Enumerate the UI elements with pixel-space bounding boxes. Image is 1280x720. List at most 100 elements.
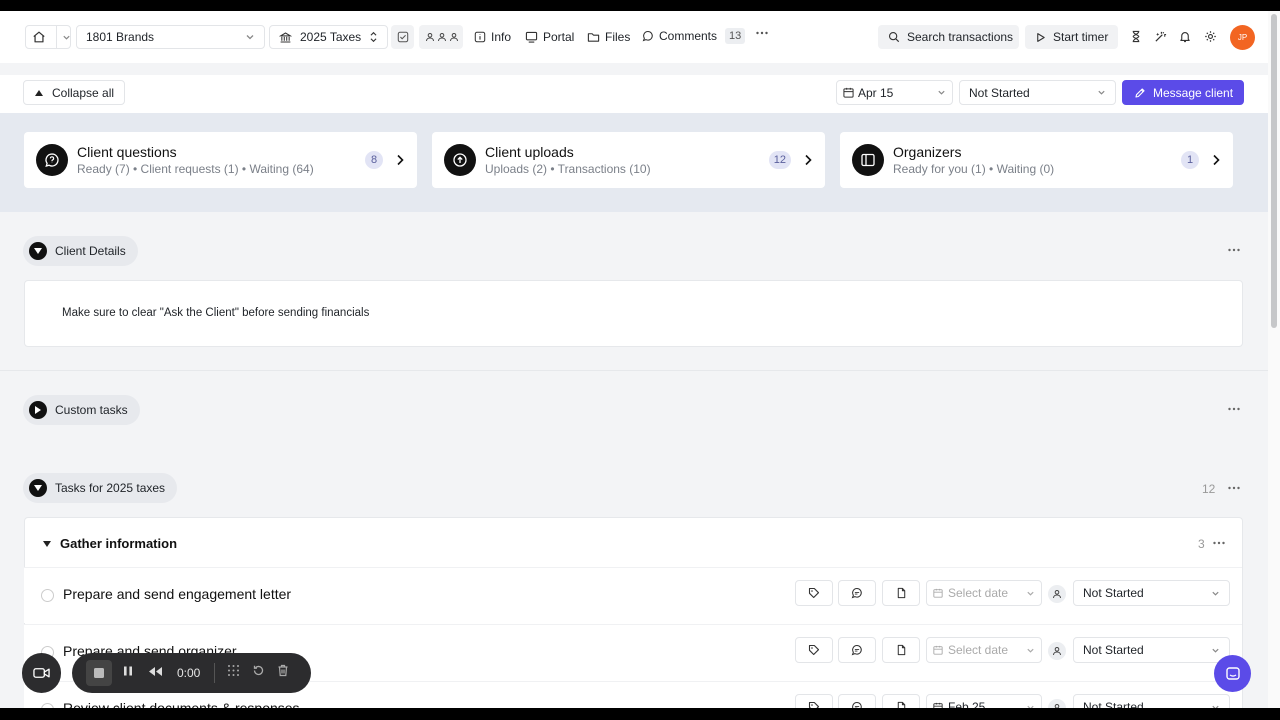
client-questions-card[interactable]: Client questions Ready (7) • Client requ… [24,132,417,188]
document-button[interactable] [882,580,920,606]
task-status-select[interactable]: Not Started [1073,694,1230,708]
pause-recording-button[interactable] [122,664,134,682]
divider [0,370,1268,371]
user-icon [449,32,459,42]
home-button[interactable] [25,25,71,49]
more-horizontal-icon [1227,481,1241,495]
task-date-value: Feb 25 [948,700,986,708]
restart-button[interactable] [252,664,265,682]
assignee-button[interactable] [1048,585,1066,603]
task-status-select[interactable]: Not Started [1073,637,1230,663]
delete-recording-button[interactable] [277,664,289,682]
assignee-button[interactable] [1048,642,1066,660]
task-date-picker[interactable]: Feb 25 [926,694,1042,708]
grid-button[interactable] [227,664,240,682]
comment-button[interactable] [838,694,876,708]
task-complete-checkbox[interactable] [41,589,54,602]
group-toggle[interactable]: Gather information [43,536,177,551]
magic-wand-button[interactable] [1154,30,1167,43]
custom-tasks-menu[interactable] [1227,402,1241,419]
group-menu[interactable] [1212,536,1226,553]
start-timer-button[interactable]: Start timer [1025,25,1118,49]
task-status-select[interactable]: Not Started [1073,580,1230,606]
task-status-value: Not Started [1083,643,1144,657]
camera-toggle-button[interactable] [22,653,61,693]
pause-icon [122,665,134,677]
task-date-picker[interactable]: Select date [926,580,1042,606]
organizers-card[interactable]: Organizers Ready for you (1) • Waiting (… [840,132,1233,188]
comments-tab[interactable]: Comments 13 [642,28,746,44]
task-date-picker[interactable]: Select date [926,637,1042,663]
due-date-picker[interactable]: Apr 15 [836,80,953,105]
notifications-button[interactable] [1179,30,1191,43]
calendar-icon [933,588,943,598]
comment-button[interactable] [838,580,876,606]
tag-button[interactable] [795,637,833,663]
rewind-button[interactable] [148,664,163,682]
comment-icon [851,701,863,708]
project-name: 2025 Taxes [300,30,362,44]
chevron-down-icon [1026,703,1035,708]
chat-support-button[interactable] [1214,655,1251,692]
hourglass-button[interactable] [1130,30,1142,43]
more-options-button[interactable] [755,26,769,40]
task-complete-checkbox[interactable] [41,703,54,708]
tag-button[interactable] [795,694,833,708]
team-members-button[interactable] [419,25,463,49]
user-icon [437,32,447,42]
user-icon [1052,589,1062,599]
group-title: Gather information [60,536,178,551]
card-title: Client questions [77,144,177,160]
message-client-button[interactable]: Message client [1122,80,1244,105]
comment-button[interactable] [838,637,876,663]
recording-timer: 0:00 [177,666,201,680]
assignee-button[interactable] [1048,699,1066,708]
tag-icon [808,701,820,708]
actions-bar: Collapse all Apr 15 Not Started Message … [0,75,1268,113]
tasks-count: 12 [1202,482,1216,496]
scrollbar-thumb[interactable] [1271,14,1277,328]
chevron-right-icon [1211,154,1221,166]
portal-tab[interactable]: Portal [525,30,574,44]
folder-icon [587,31,600,43]
checklist-button[interactable] [391,25,414,49]
app-window: 1801 Brands 2025 Taxes Info Portal Files [0,11,1280,708]
top-navigation-bar: 1801 Brands 2025 Taxes Info Portal Files [0,11,1268,63]
settings-button[interactable] [1204,30,1217,43]
custom-tasks-toggle[interactable]: Custom tasks [23,395,140,425]
task-row[interactable]: Prepare and send engagement letter Selec… [24,567,1242,623]
project-status-select[interactable]: Not Started [959,80,1116,105]
tasks-section-toggle[interactable]: Tasks for 2025 taxes [23,473,178,503]
stop-recording-button[interactable] [86,660,112,686]
project-selector[interactable]: 2025 Taxes [269,25,388,49]
info-tab[interactable]: Info [474,30,511,44]
document-button[interactable] [882,694,920,708]
document-button[interactable] [882,637,920,663]
tag-button[interactable] [795,580,833,606]
monitor-icon [525,31,538,43]
tag-icon [808,587,820,599]
grid-dots-icon [227,664,240,677]
tag-icon [808,644,820,656]
files-tab[interactable]: Files [587,30,630,44]
tasks-section-label: Tasks for 2025 taxes [55,481,166,495]
card-count-badge: 1 [1181,151,1199,169]
recording-controls: 0:00 [72,653,311,693]
task-status-value: Not Started [1083,586,1144,600]
client-details-toggle[interactable]: Client Details [23,236,138,266]
chevron-right-icon [395,154,405,166]
search-transactions-button[interactable]: Search transactions [878,25,1019,49]
client-selector[interactable]: 1801 Brands [76,25,265,49]
user-avatar[interactable]: JP [1230,25,1255,50]
chevron-down-icon [1211,589,1220,598]
caret-up-icon [35,89,43,96]
vertical-scrollbar[interactable] [1268,11,1280,708]
card-title: Client uploads [485,144,574,160]
task-name: Review client documents & responses [63,700,300,708]
comment-icon [851,587,863,599]
tasks-section-menu[interactable] [1227,481,1241,498]
client-uploads-card[interactable]: Client uploads Uploads (2) • Transaction… [432,132,825,188]
client-details-menu[interactable] [1227,243,1241,260]
chevron-down-icon [56,26,71,48]
collapse-all-button[interactable]: Collapse all [23,80,125,105]
